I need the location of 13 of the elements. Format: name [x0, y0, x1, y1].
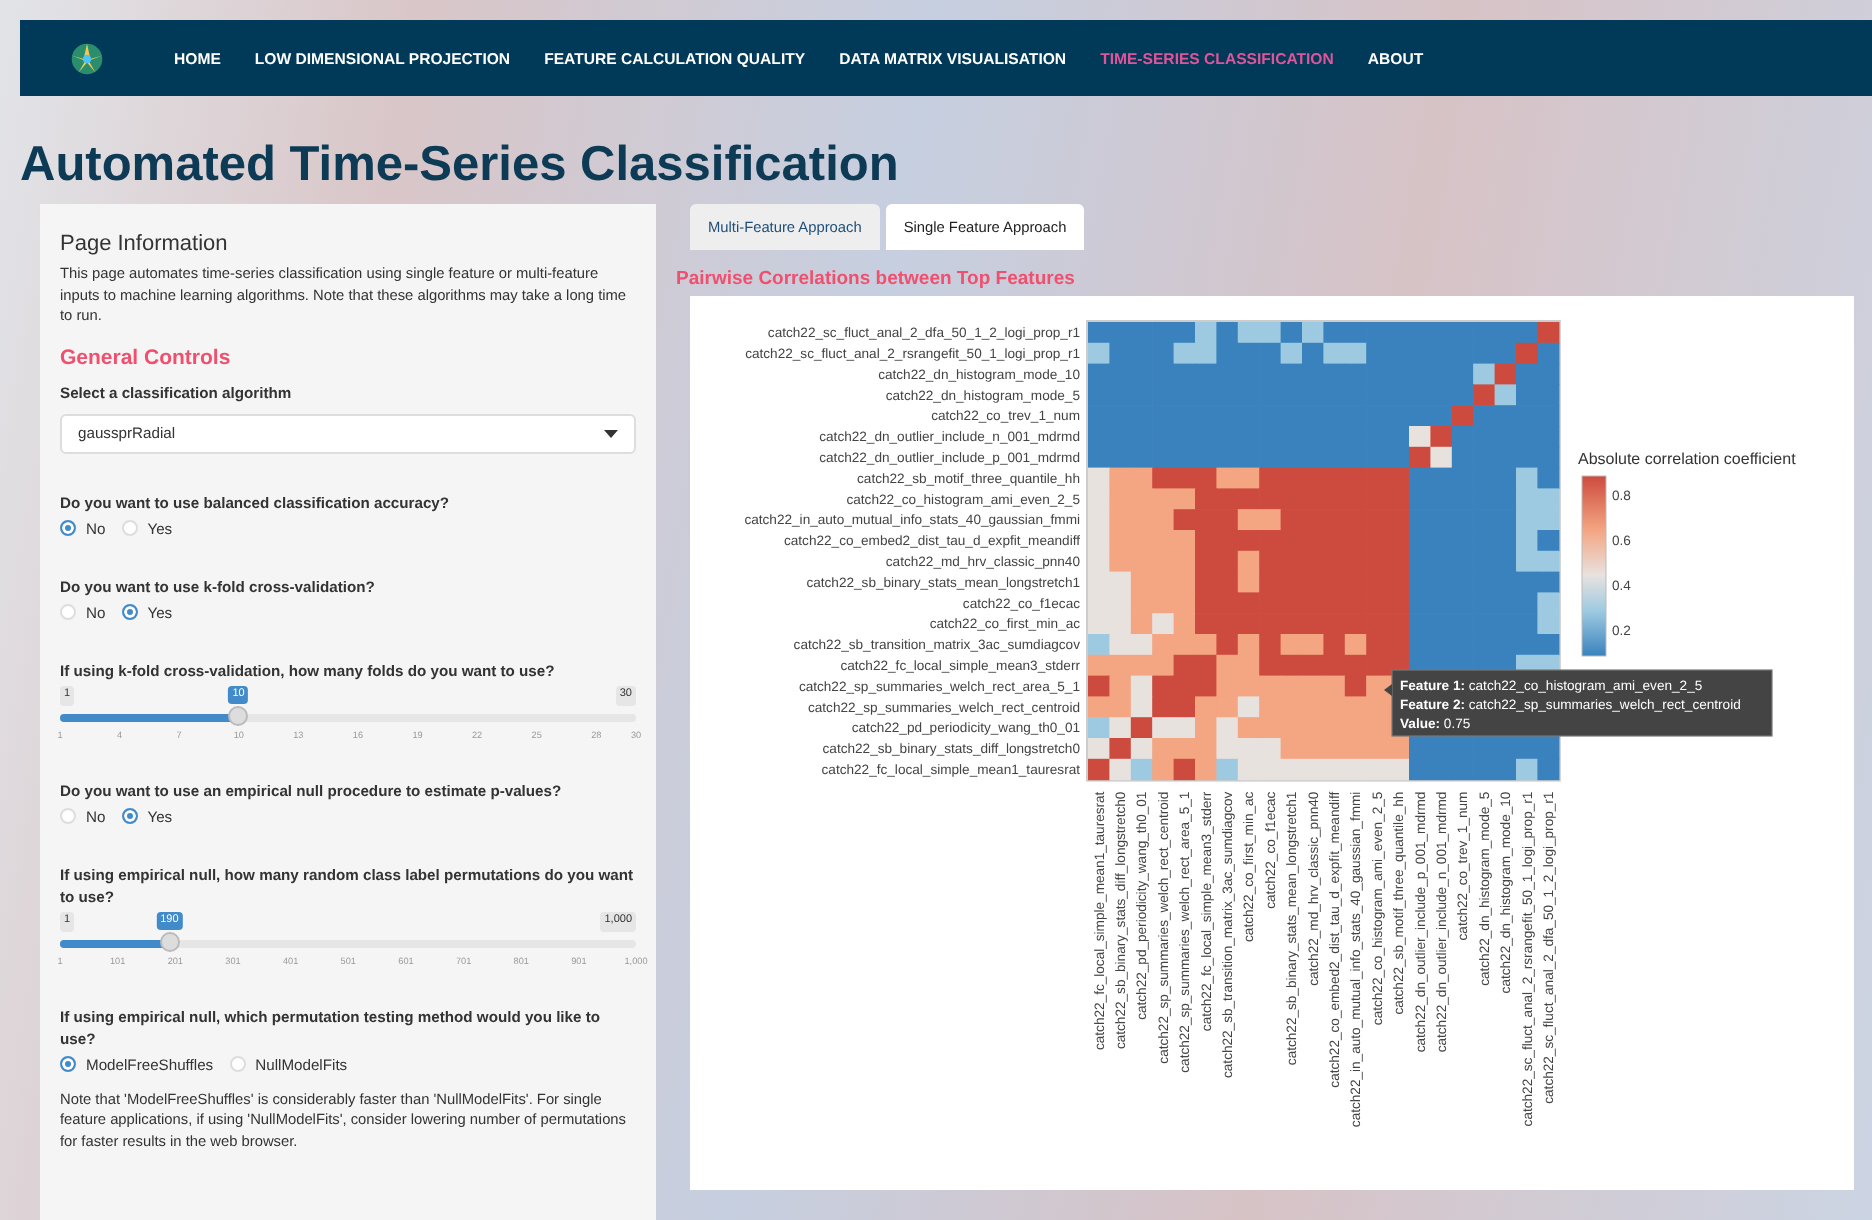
radio-button[interactable]: [121, 604, 138, 620]
legend-title: Absolute correlation coefficient: [1578, 450, 1796, 468]
radio-button[interactable]: [121, 808, 138, 824]
radio-button[interactable]: [60, 1056, 76, 1072]
logo-icon: [70, 41, 104, 75]
panel-title: Page Information: [60, 232, 230, 256]
chart-title: Pairwise Correlations between Top Features: [676, 268, 1077, 290]
caret-icon: [604, 429, 618, 437]
page-title: Automated Time-Series Classification: [20, 138, 901, 194]
section-title: General Controls: [60, 345, 233, 369]
radio-button[interactable]: [60, 520, 76, 536]
slider-handle[interactable]: [159, 931, 180, 951]
slider-handle[interactable]: [228, 705, 249, 725]
